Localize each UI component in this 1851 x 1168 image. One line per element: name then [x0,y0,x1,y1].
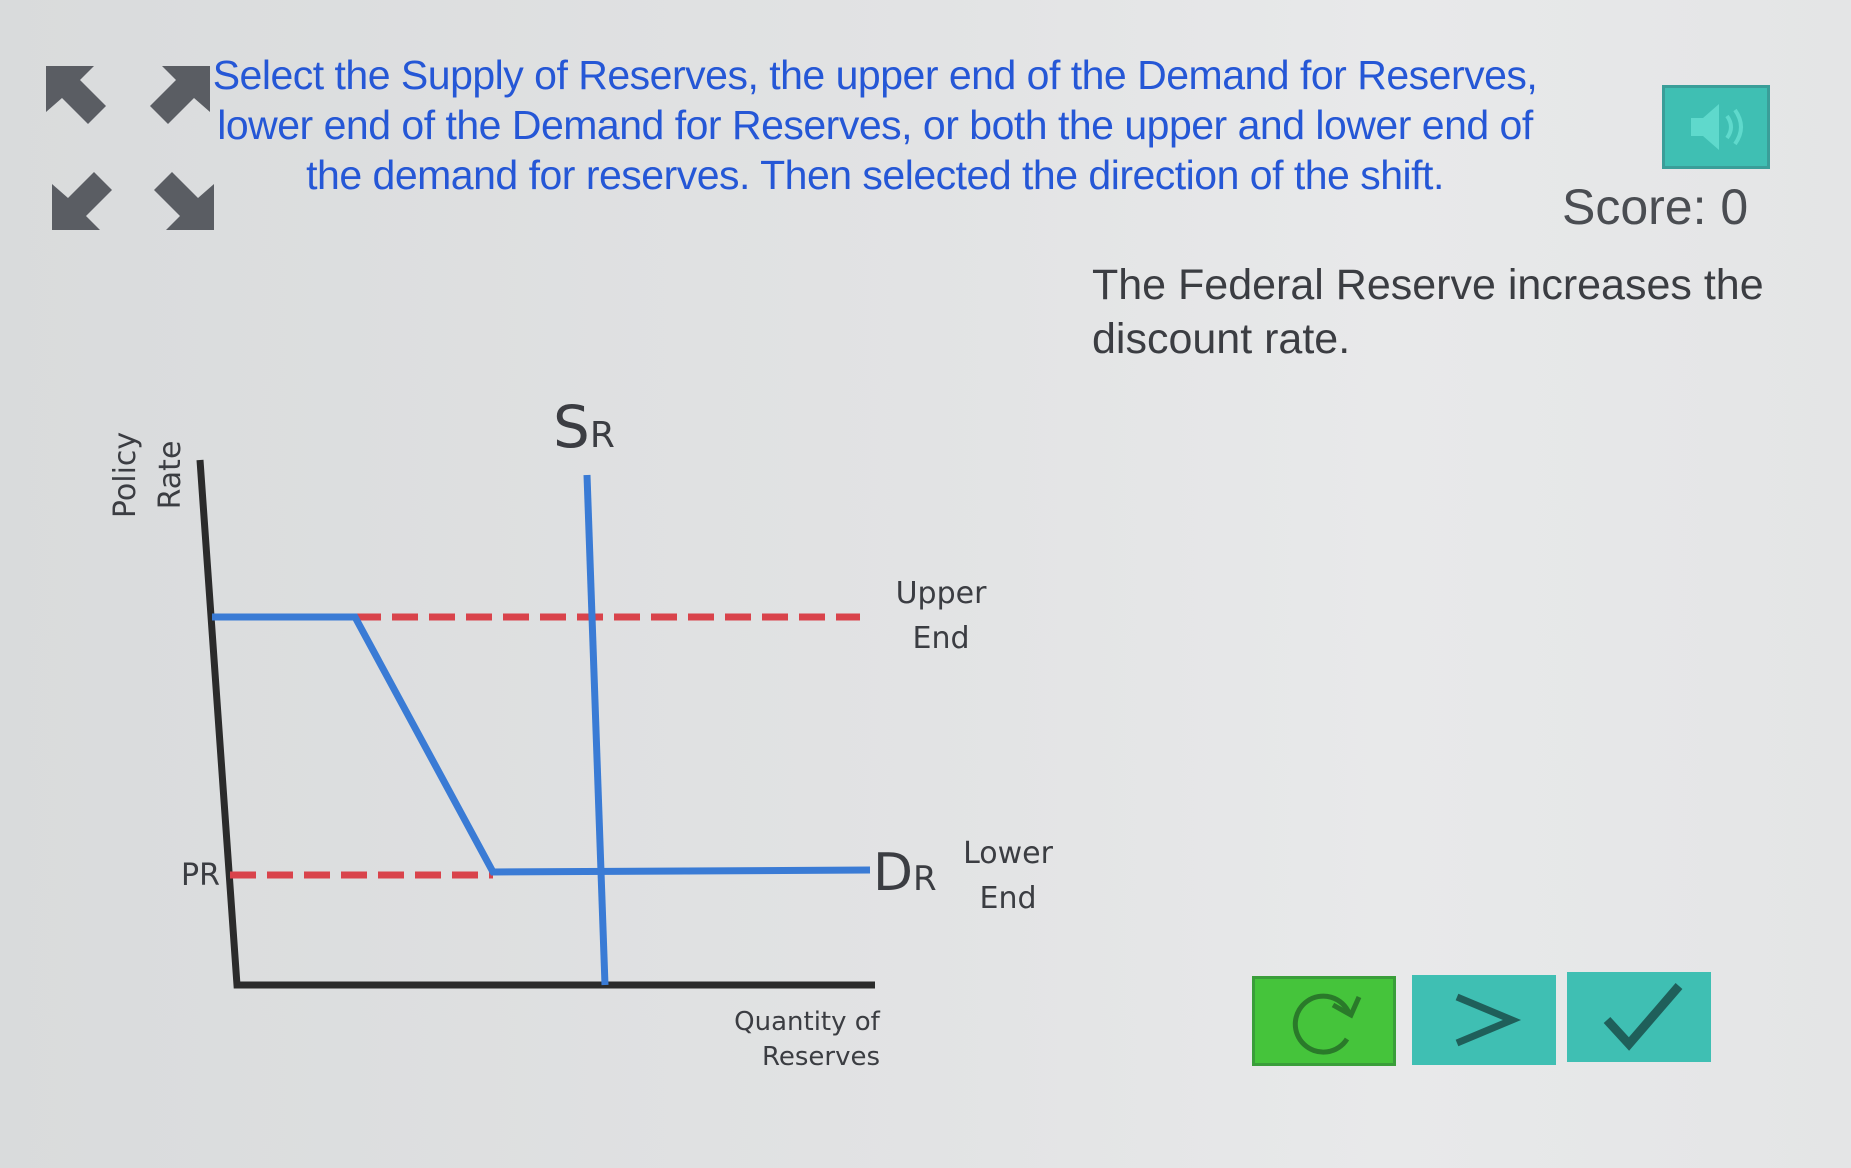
scenario-text: The Federal Reserve increases the discou… [1092,261,1764,363]
checkmark-icon [1603,983,1683,1051]
reserves-market-graph: Policy Rate PR SR DR Upper End Lower End… [108,393,1054,1072]
arrow-up-left-icon[interactable] [42,62,114,134]
arrow-up-right-icon[interactable] [142,62,214,134]
supply-curve[interactable] [583,474,609,986]
demand-label-sub: R [913,859,937,899]
y-axis-label-line1: Policy [108,432,143,518]
graph-axes [196,459,875,989]
arrow-down-left-icon[interactable] [48,162,120,234]
reset-button[interactable] [1252,976,1396,1066]
supply-label[interactable]: SR [553,393,615,461]
demand-label[interactable]: DR [873,843,937,903]
policy-rate-tick-label: PR [181,858,220,893]
supply-label-main: S [553,393,590,461]
arrow-down-right-icon[interactable] [146,162,218,234]
lower-end-label-line2[interactable]: End [979,881,1036,916]
demand-label-main: D [873,843,913,903]
reset-icon [1292,993,1362,1055]
demand-curve[interactable] [212,613,871,876]
upper-end-label-line1[interactable]: Upper [896,576,988,611]
y-axis-label-line2: Rate [153,441,188,510]
score-label: Score: [1562,179,1707,235]
speaker-icon [1691,104,1743,150]
check-button[interactable] [1567,972,1711,1062]
chevron-right-icon [1455,993,1522,1047]
sound-button[interactable] [1662,85,1770,169]
upper-end-label-line2[interactable]: End [912,621,969,656]
score-value: 0 [1720,179,1749,235]
x-axis-label-line2: Reserves [762,1042,880,1072]
lower-end-label-line1[interactable]: Lower [963,836,1054,871]
score-display: Score: 0 [1562,178,1748,236]
next-button[interactable] [1412,975,1556,1065]
x-axis-label-line1: Quantity of [734,1007,881,1037]
supply-label-sub: R [590,415,615,456]
instruction-text: Select the Supply of Reserves, the upper… [212,52,1538,198]
